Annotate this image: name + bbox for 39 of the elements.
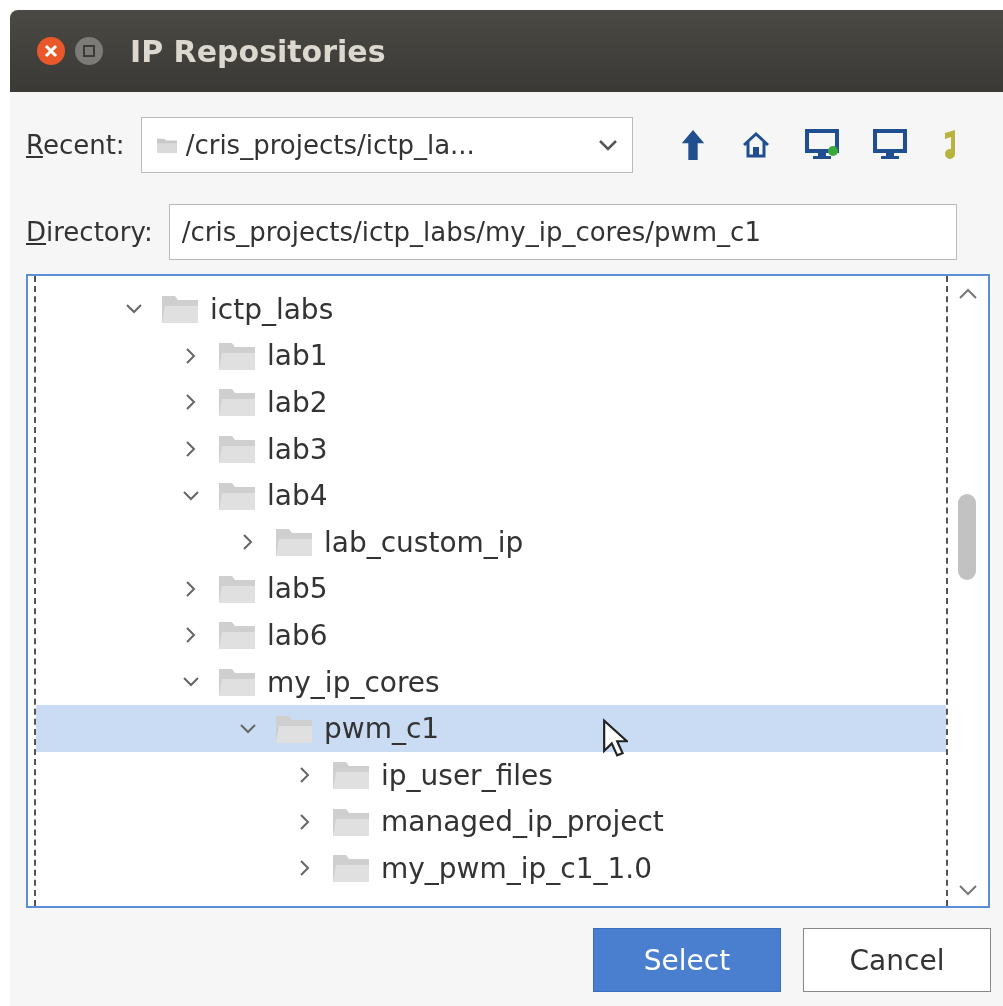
window-title: IP Repositories bbox=[130, 33, 386, 69]
computer-icon[interactable] bbox=[872, 129, 907, 161]
home-icon[interactable] bbox=[740, 130, 771, 160]
tree-item[interactable]: lab1 bbox=[36, 332, 946, 380]
recent-dropdown[interactable]: /cris_projects/ictp_la... bbox=[140, 117, 633, 173]
network-computer-icon[interactable] bbox=[804, 129, 839, 161]
folder-icon bbox=[217, 386, 257, 419]
folder-icon bbox=[217, 666, 257, 699]
directory-field[interactable]: /cris_projects/ictp_labs/my_ip_cores/pwm_c1 bbox=[168, 204, 957, 260]
tree-item[interactable]: my_ip_cores bbox=[36, 658, 946, 706]
minimize-icon[interactable] bbox=[74, 36, 104, 66]
select-button[interactable]: Select bbox=[593, 928, 781, 992]
tree-item[interactable]: lab5 bbox=[36, 565, 946, 613]
tree-item[interactable]: my_pwm_ip_c1_1.0 bbox=[36, 845, 946, 892]
scrollbar-thumb[interactable] bbox=[958, 494, 976, 580]
tree-item[interactable]: managed_ip_project bbox=[36, 798, 946, 846]
folder-icon bbox=[331, 852, 371, 885]
tree-item[interactable]: ip_user_files bbox=[36, 751, 946, 799]
folder-icon bbox=[217, 433, 257, 466]
folder-icon bbox=[217, 619, 257, 652]
directory-label: Directory: bbox=[26, 217, 153, 247]
folder-icon bbox=[331, 759, 371, 792]
chevron-down-icon[interactable] bbox=[958, 884, 978, 896]
tree-item[interactable]: lab6 bbox=[36, 612, 946, 659]
tree-item[interactable]: lab2 bbox=[36, 379, 946, 426]
mouse-cursor-icon bbox=[602, 718, 628, 758]
chevron-down-icon bbox=[597, 139, 618, 151]
tree-item[interactable]: lab3 bbox=[36, 425, 946, 473]
tree-item[interactable]: lab4 bbox=[36, 472, 946, 519]
tree-item[interactable]: ictp_labs bbox=[36, 286, 946, 333]
chevron-up-icon[interactable] bbox=[958, 288, 978, 300]
recent-label: Recent: bbox=[26, 130, 125, 160]
tree-item[interactable]: pwm_c1 bbox=[36, 705, 946, 752]
folder-icon bbox=[155, 136, 178, 154]
close-icon[interactable] bbox=[36, 36, 66, 66]
tree-item[interactable]: lab_custom_ip bbox=[36, 518, 946, 566]
cancel-button[interactable]: Cancel bbox=[803, 928, 991, 992]
folder-icon bbox=[274, 526, 314, 559]
folder-icon bbox=[160, 293, 200, 326]
